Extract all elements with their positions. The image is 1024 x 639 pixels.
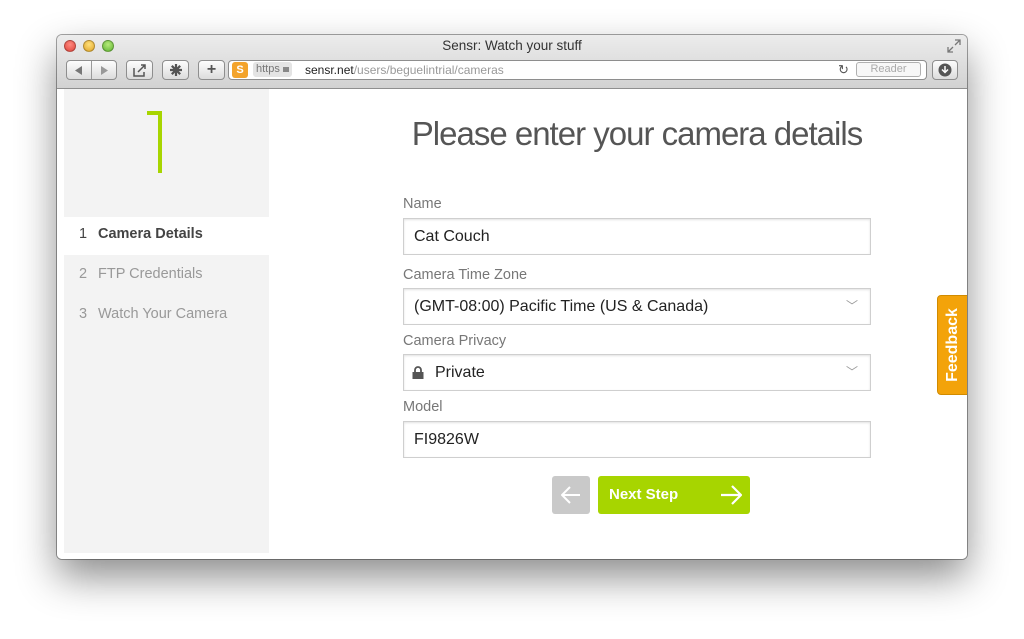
https-badge: https <box>253 62 292 77</box>
arrow-right-icon <box>721 485 742 505</box>
timezone-select[interactable]: (GMT-08:00) Pacific Time (US & Canada) ﹀ <box>403 288 871 325</box>
reader-button[interactable]: Reader <box>856 62 921 77</box>
reload-icon[interactable]: ↻ <box>838 61 849 79</box>
model-label: Model <box>403 399 443 415</box>
back-button[interactable] <box>552 476 590 514</box>
url-host: sensr.net <box>305 63 354 77</box>
chevron-down-icon: ﹀ <box>845 299 858 313</box>
step-camera-details[interactable]: 1 Camera Details <box>79 226 203 242</box>
model-input[interactable]: FI9826W <box>403 421 871 458</box>
url-path: /users/beguelintrial/cameras <box>353 63 504 77</box>
timezone-value: (GMT-08:00) Pacific Time (US & Canada) <box>414 298 709 315</box>
step-label: FTP Credentials <box>98 266 203 282</box>
lock-icon <box>282 67 289 72</box>
wizard-sidebar: 1 Camera Details 2 FTP Credentials 3 Watch … <box>64 89 269 553</box>
extension-icon <box>169 64 182 76</box>
feedback-tab[interactable]: Feedback <box>937 295 967 395</box>
step-label: Camera Details <box>98 226 203 242</box>
add-bookmark-button[interactable]: + <box>198 60 225 80</box>
step-number: 1 <box>79 226 88 242</box>
downloads-button[interactable] <box>932 60 958 80</box>
download-icon <box>938 63 952 77</box>
name-input[interactable]: Cat Couch <box>403 218 871 255</box>
step-label: Watch Your Camera <box>98 306 228 322</box>
timezone-label: Camera Time Zone <box>403 267 528 283</box>
next-step-label: Next Step <box>609 486 679 503</box>
step-ftp-credentials[interactable]: 2 FTP Credentials <box>79 266 203 282</box>
extensions-button[interactable] <box>162 60 189 80</box>
privacy-select[interactable]: Private ﹀ <box>403 354 871 391</box>
back-forward-buttons <box>66 60 117 80</box>
chevron-down-icon: ﹀ <box>845 365 858 379</box>
feedback-label: Feedback <box>944 308 961 382</box>
sensr-logo-icon <box>147 111 162 173</box>
window-title: Sensr: Watch your stuff <box>442 38 582 53</box>
step-number: 3 <box>79 306 88 322</box>
share-icon <box>132 63 146 77</box>
name-label: Name <box>403 196 442 212</box>
address-bar[interactable]: S https sensr.net/users/beguelintrial/ca… <box>228 60 927 80</box>
fullscreen-icon[interactable] <box>947 39 961 53</box>
share-button[interactable] <box>126 60 153 80</box>
browser-window: Sensr: Watch your stuff + S https sensr.… <box>57 35 967 559</box>
forward-button[interactable] <box>91 61 116 79</box>
forward-arrow-icon <box>101 65 108 75</box>
privacy-value: Private <box>435 364 485 381</box>
back-button[interactable] <box>67 61 91 79</box>
privacy-label: Camera Privacy <box>403 333 507 349</box>
step-number: 2 <box>79 266 88 282</box>
next-step-button[interactable]: Next Step <box>598 476 750 514</box>
url-text: sensr.net/users/beguelintrial/cameras <box>305 61 504 79</box>
arrow-left-icon <box>561 486 580 504</box>
page-title: Please enter your camera details <box>411 115 863 152</box>
url-scheme: https <box>256 63 280 75</box>
title-bar: Sensr: Watch your stuff + S https sensr.… <box>57 35 967 89</box>
step-watch-your-camera[interactable]: 3 Watch Your Camera <box>79 306 227 322</box>
lock-icon <box>412 366 424 379</box>
page-content: 1 Camera Details 2 FTP Credentials 3 Watch … <box>57 89 967 559</box>
back-arrow-icon <box>75 65 82 75</box>
site-favicon-icon: S <box>232 62 248 78</box>
